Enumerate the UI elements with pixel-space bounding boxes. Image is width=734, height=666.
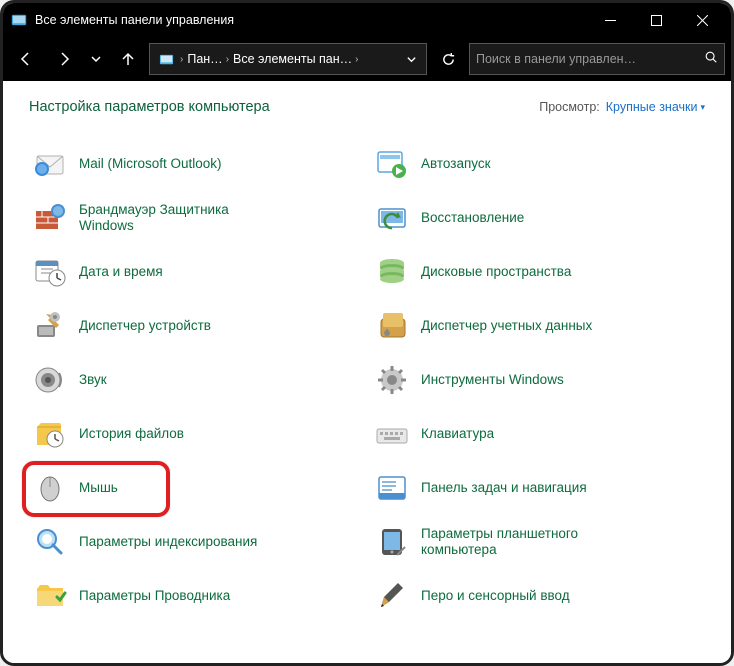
items-grid: Mail (Microsoft Outlook) Автозапуск Брандм… <box>29 137 705 623</box>
item-label: Автозапуск <box>421 156 491 172</box>
item-label: Инструменты Windows <box>421 372 564 388</box>
indexing-icon <box>31 523 69 561</box>
breadcrumb[interactable]: Все элементы пан…› <box>233 52 358 66</box>
view-label: Просмотр: <box>539 100 600 114</box>
forward-button[interactable] <box>47 42 81 76</box>
back-button[interactable] <box>9 42 43 76</box>
control-panel-item[interactable]: Дата и время <box>29 245 363 299</box>
item-label: Восстановление <box>421 210 524 226</box>
control-panel-item[interactable]: Диспетчер учетных данных <box>371 299 705 353</box>
item-label: Мышь <box>79 480 118 496</box>
item-label: Клавиатура <box>421 426 494 442</box>
search-icon[interactable] <box>704 50 718 69</box>
control-panel-item[interactable]: Инструменты Windows <box>371 353 705 407</box>
address-bar[interactable]: › Пан…› Все элементы пан…› <box>149 43 427 75</box>
page-title: Настройка параметров компьютера <box>29 99 270 115</box>
tools-icon <box>373 361 411 399</box>
item-label: Перо и сенсорный ввод <box>421 588 570 604</box>
keyboard-icon <box>373 415 411 453</box>
item-label: Дисковые пространства <box>421 264 571 280</box>
window-title: Все элементы панели управления <box>35 13 587 27</box>
control-panel-item[interactable]: Диспетчер устройств <box>29 299 363 353</box>
devicemanager-icon <box>31 307 69 345</box>
control-panel-item[interactable]: Mail (Microsoft Outlook) <box>29 137 363 191</box>
control-panel-icon <box>11 12 27 28</box>
titlebar: Все элементы панели управления <box>3 3 731 37</box>
credentials-icon <box>373 307 411 345</box>
item-label: Диспетчер устройств <box>79 318 211 334</box>
recent-dropdown[interactable] <box>85 42 107 76</box>
item-label: История файлов <box>79 426 184 442</box>
control-panel-item[interactable]: Мышь <box>29 461 363 515</box>
search-input[interactable] <box>476 52 700 66</box>
control-panel-icon <box>158 51 174 67</box>
item-label: Параметры Проводника <box>79 588 230 604</box>
control-panel-item[interactable]: Параметры Проводника <box>29 569 363 623</box>
taskbar-icon <box>373 469 411 507</box>
item-label: Параметры планшетного компьютера <box>421 526 601 558</box>
autoplay-icon <box>373 145 411 183</box>
view-mode-dropdown[interactable]: Крупные значки <box>606 100 705 114</box>
breadcrumb[interactable]: Пан…› <box>187 52 229 66</box>
control-panel-item[interactable]: Восстановление <box>371 191 705 245</box>
control-panel-item[interactable]: Дисковые пространства <box>371 245 705 299</box>
item-label: Панель задач и навигация <box>421 480 587 496</box>
refresh-button[interactable] <box>431 42 465 76</box>
item-label: Диспетчер учетных данных <box>421 318 592 334</box>
chevron-right-icon[interactable]: › <box>180 54 183 65</box>
control-panel-item[interactable]: Брандмауэр Защитника Windows <box>29 191 363 245</box>
content-area: Настройка параметров компьютера Просмотр… <box>3 81 731 663</box>
pen-icon <box>373 577 411 615</box>
firewall-icon <box>31 199 69 237</box>
control-panel-item[interactable]: Клавиатура <box>371 407 705 461</box>
control-panel-item[interactable]: Автозапуск <box>371 137 705 191</box>
control-panel-item[interactable]: Панель задач и навигация <box>371 461 705 515</box>
control-panel-item[interactable]: Параметры индексирования <box>29 515 363 569</box>
item-label: Дата и время <box>79 264 163 280</box>
maximize-button[interactable] <box>633 3 679 37</box>
control-panel-item[interactable]: Перо и сенсорный ввод <box>371 569 705 623</box>
item-label: Звук <box>79 372 107 388</box>
toolbar: › Пан…› Все элементы пан…› <box>3 37 731 81</box>
control-panel-item[interactable]: История файлов <box>29 407 363 461</box>
explorer-icon <box>31 577 69 615</box>
item-label: Параметры индексирования <box>79 534 257 550</box>
address-dropdown[interactable] <box>400 42 422 76</box>
tablet-icon <box>373 523 411 561</box>
control-panel-item[interactable]: Параметры планшетного компьютера <box>371 515 705 569</box>
datetime-icon <box>31 253 69 291</box>
search-box[interactable] <box>469 43 725 75</box>
mouse-icon <box>31 469 69 507</box>
storage-icon <box>373 253 411 291</box>
mail-icon <box>31 145 69 183</box>
close-button[interactable] <box>679 3 725 37</box>
control-panel-item[interactable]: Звук <box>29 353 363 407</box>
item-label: Mail (Microsoft Outlook) <box>79 156 222 172</box>
item-label: Брандмауэр Защитника Windows <box>79 202 259 234</box>
up-button[interactable] <box>111 42 145 76</box>
recovery-icon <box>373 199 411 237</box>
sound-icon <box>31 361 69 399</box>
history-icon <box>31 415 69 453</box>
minimize-button[interactable] <box>587 3 633 37</box>
